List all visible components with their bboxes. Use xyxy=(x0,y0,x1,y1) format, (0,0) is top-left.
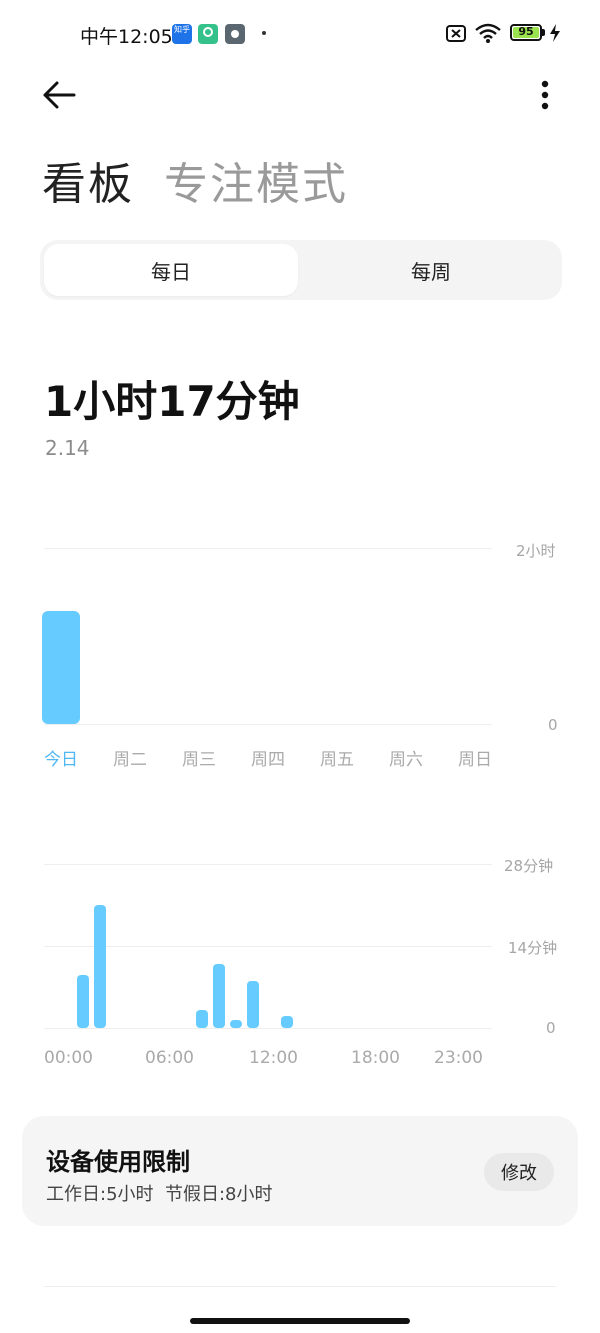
home-indicator[interactable] xyxy=(190,1318,410,1324)
grid-line-0 xyxy=(44,724,492,725)
tab-dashboard[interactable]: 看板 xyxy=(42,148,134,212)
hour-bar[interactable] xyxy=(213,964,225,1028)
day-label[interactable]: 周二 xyxy=(113,745,147,770)
battery-icon: 95 xyxy=(510,24,542,41)
hour-bar[interactable] xyxy=(77,975,89,1028)
charging-bolt-icon xyxy=(550,24,560,42)
day-label[interactable]: 今日 xyxy=(44,745,78,770)
day-label[interactable]: 周六 xyxy=(389,745,423,770)
divider xyxy=(44,1286,556,1287)
gray-app-icon xyxy=(225,24,245,44)
wifi-icon xyxy=(475,23,501,43)
total-usage-time: 1小时17分钟 xyxy=(44,377,300,426)
day-label[interactable]: 周四 xyxy=(251,745,285,770)
grid-line-0m xyxy=(44,1028,492,1029)
day-label[interactable]: 周日 xyxy=(458,745,492,770)
grid-line-2h xyxy=(44,548,492,549)
battery-level: 95 xyxy=(518,25,534,38)
back-button[interactable] xyxy=(40,78,82,112)
more-vertical-icon xyxy=(541,80,549,110)
y-tick-0m: 0 xyxy=(546,1019,556,1037)
limit-card-subtitle: 工作日:5小时 节假日:8小时 xyxy=(46,1184,273,1205)
segment-daily[interactable]: 每日 xyxy=(44,244,298,296)
hour-tick-label: 12:00 xyxy=(249,1048,298,1068)
day-label[interactable]: 周三 xyxy=(182,745,216,770)
grid-line-14m xyxy=(44,946,492,947)
notification-dot-icon xyxy=(262,31,266,35)
usage-date: 2.14 xyxy=(45,436,90,460)
hour-tick-label: 00:00 xyxy=(44,1048,93,1068)
hour-bar[interactable] xyxy=(247,981,259,1028)
hour-tick-label: 23:00 xyxy=(434,1048,483,1068)
zhihu-app-icon: 知乎 xyxy=(172,24,192,44)
device-usage-limit-card: 设备使用限制 工作日:5小时 节假日:8小时 修改 xyxy=(22,1116,578,1226)
hour-tick-label: 18:00 xyxy=(351,1048,400,1068)
back-arrow-icon xyxy=(43,81,76,109)
y-tick-0: 0 xyxy=(548,716,558,734)
limit-card-title: 设备使用限制 xyxy=(46,1148,190,1176)
hour-bar[interactable] xyxy=(196,1010,208,1028)
tab-focus-mode[interactable]: 专注模式 xyxy=(164,148,348,212)
day-label[interactable]: 周五 xyxy=(320,745,354,770)
daily-weekly-segmented-control: 每日 每周 xyxy=(40,240,562,300)
edit-limit-button[interactable]: 修改 xyxy=(484,1153,554,1191)
more-options-button[interactable] xyxy=(530,76,560,116)
hour-bar[interactable] xyxy=(230,1020,242,1028)
hour-bar[interactable] xyxy=(94,905,106,1028)
green-app-icon xyxy=(198,24,218,44)
y-tick-14m: 14分钟 xyxy=(508,939,558,957)
battery-cap xyxy=(542,29,545,36)
grid-line-28m xyxy=(44,864,492,865)
day-bar[interactable] xyxy=(42,611,80,724)
y-tick-28m: 28分钟 xyxy=(504,857,554,875)
hour-bar[interactable] xyxy=(281,1016,293,1028)
segment-weekly[interactable]: 每周 xyxy=(304,244,558,296)
status-time: 中午12:05 xyxy=(80,26,173,48)
battery-saver-off-icon xyxy=(446,25,466,42)
hour-tick-label: 06:00 xyxy=(145,1048,194,1068)
y-tick-2h: 2小时 xyxy=(516,542,556,560)
